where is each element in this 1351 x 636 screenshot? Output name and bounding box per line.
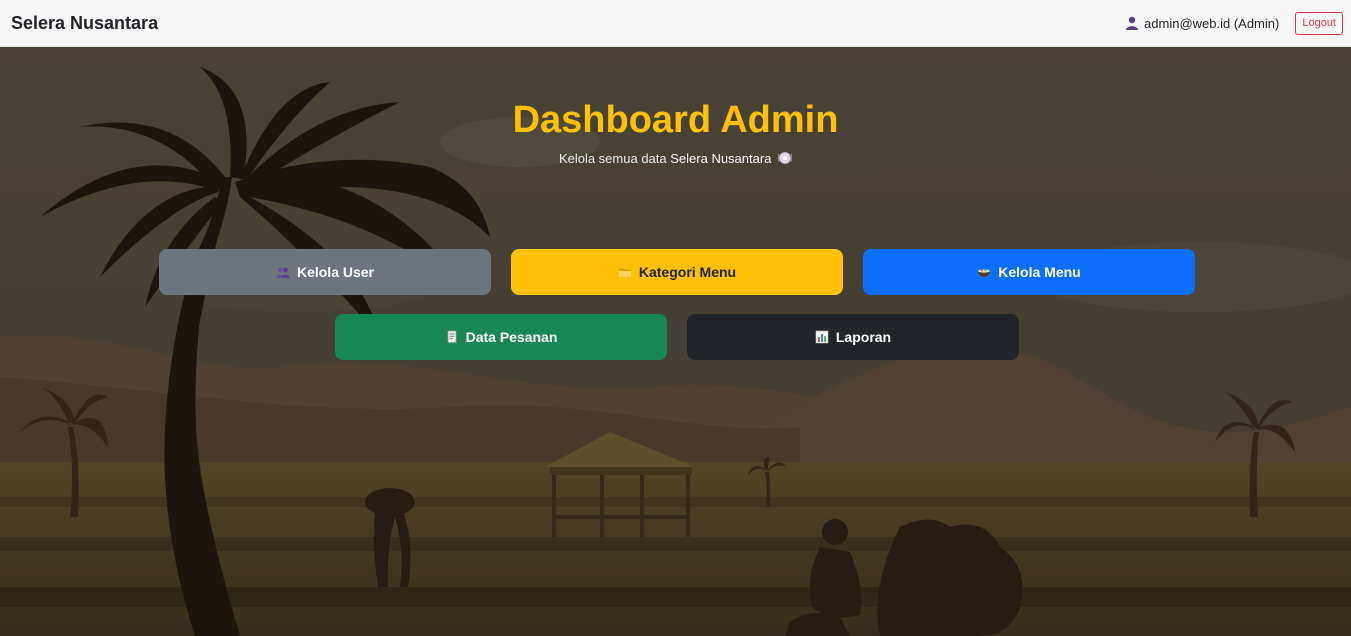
- dashboard-content: Dashboard Admin Kelola semua data Selera…: [0, 47, 1351, 636]
- plate-icon: [778, 152, 792, 164]
- users-icon: [276, 267, 290, 278]
- data-pesanan-button[interactable]: Data Pesanan: [335, 314, 667, 360]
- bar-chart-icon: [815, 330, 829, 344]
- top-navbar: Selera Nusantara admin@web.id (Admin) Lo…: [0, 0, 1351, 47]
- subtitle-text: Kelola semua data: [558, 151, 667, 166]
- page-subtitle: Kelola semua data Selera Nusantara: [0, 151, 1351, 166]
- user-icon: [1126, 16, 1139, 30]
- kelola-menu-button[interactable]: Kelola Menu: [863, 249, 1195, 295]
- laporan-button[interactable]: Laporan: [687, 314, 1019, 360]
- kelola-menu-label: Kelola Menu: [998, 264, 1081, 280]
- bowl-icon: [978, 268, 991, 277]
- folder-icon: [618, 268, 631, 277]
- subtitle-brand: Selera Nusantara: [670, 151, 772, 166]
- kelola-user-button[interactable]: Kelola User: [159, 249, 491, 295]
- receipt-icon: [447, 330, 456, 344]
- user-email: admin@web.id (Admin): [1144, 15, 1280, 31]
- user-info: admin@web.id (Admin): [1125, 16, 1279, 31]
- brand-name[interactable]: Selera Nusantara: [11, 13, 158, 34]
- laporan-label: Laporan: [835, 329, 892, 345]
- kelola-user-label: Kelola User: [296, 264, 375, 280]
- page-title: Dashboard Admin: [512, 99, 839, 141]
- kategori-menu-button[interactable]: Kategori Menu: [511, 249, 843, 295]
- data-pesanan-label: Data Pesanan: [465, 329, 558, 345]
- navbar-right: admin@web.id (Admin) Logout: [1125, 11, 1343, 35]
- kategori-menu-label: Kategori Menu: [638, 264, 737, 280]
- logout-button[interactable]: Logout: [1295, 11, 1343, 35]
